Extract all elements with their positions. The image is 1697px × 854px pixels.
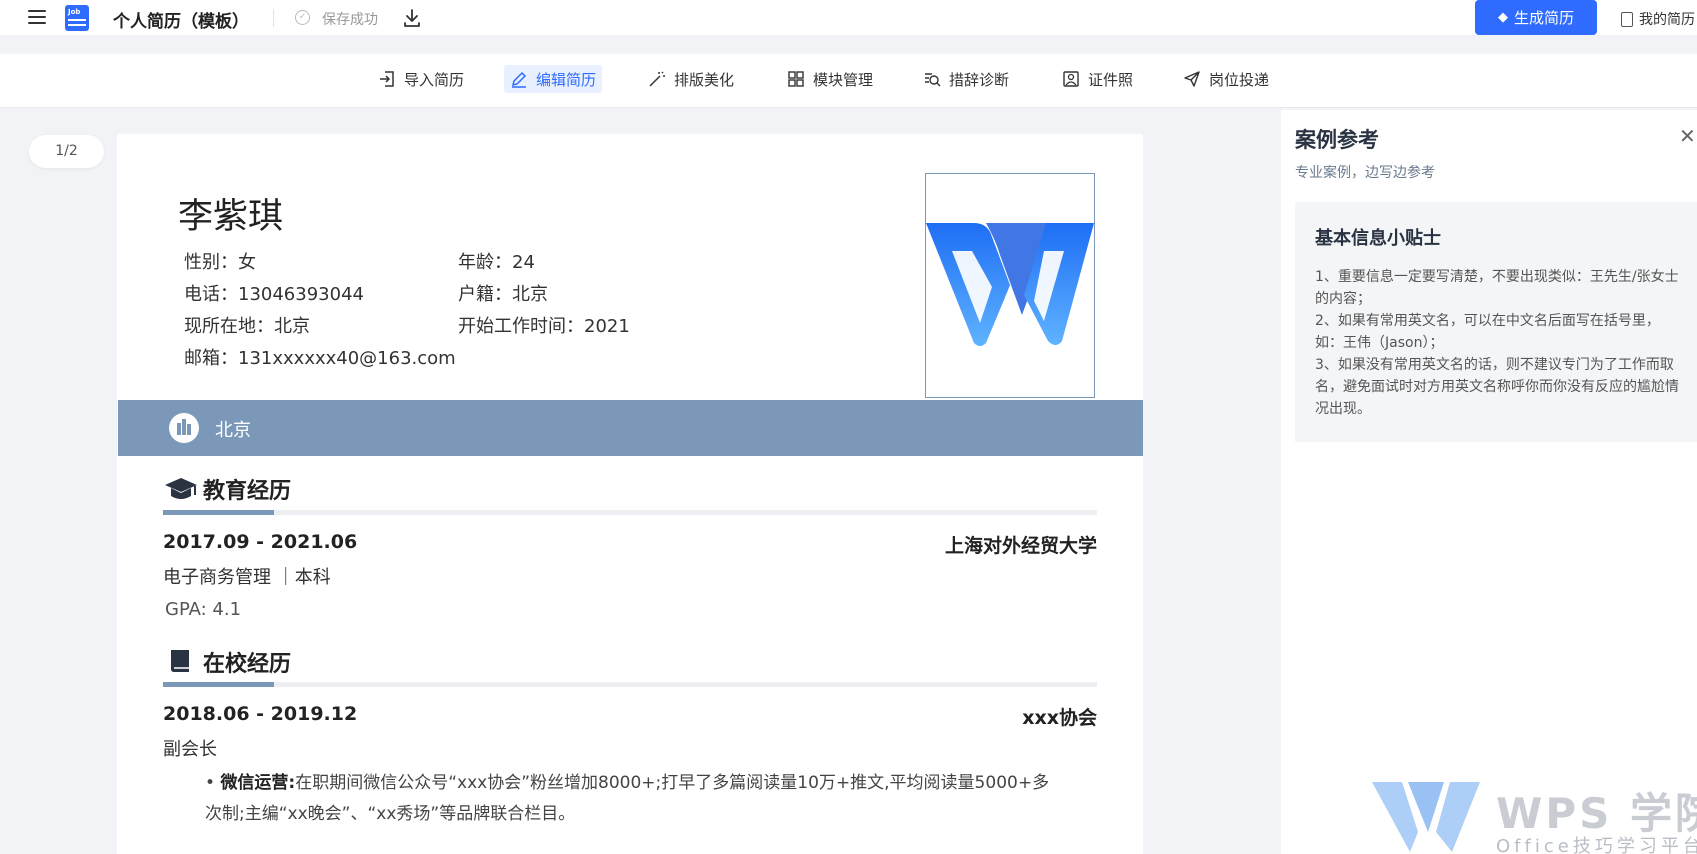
panel-title: 案例参考: [1295, 128, 1379, 152]
city-label[interactable]: 北京: [215, 416, 251, 442]
profile-photo[interactable]: [925, 173, 1095, 398]
diamond-icon: ◆: [1497, 10, 1508, 25]
my-resume-link[interactable]: 我的简历: [1621, 9, 1695, 29]
document-outline-icon: [1621, 11, 1633, 27]
tip-title: 基本信息小贴士: [1315, 228, 1441, 249]
generate-resume-button[interactable]: ◆ 生成简历: [1475, 0, 1597, 35]
grid-icon: [788, 71, 804, 87]
info-email[interactable]: 邮箱：131xxxxxx40@163.com: [184, 344, 456, 370]
close-icon[interactable]: ✕: [1679, 124, 1696, 148]
education-gpa[interactable]: GPA: 4.1: [165, 599, 241, 620]
tip-text: 1、重要信息一定要写清楚，不要出现类似：王先生/张女士 的内容； 2、如果有常用…: [1315, 269, 1679, 417]
book-icon: [171, 650, 189, 672]
campus-bullet-item[interactable]: • 微信运营:在职期间微信公众号“xxx协会”粉丝增加8000+;打早了多篇阅读…: [205, 768, 1065, 830]
id-photo-icon: [1063, 71, 1079, 87]
education-major[interactable]: 电子商务管理 ｜本科: [163, 563, 331, 589]
education-period[interactable]: 2017.09 - 2021.06: [163, 531, 357, 553]
tab-label: 岗位投递: [1209, 70, 1270, 89]
info-start-work[interactable]: 开始工作时间：2021: [458, 312, 630, 338]
section-title-campus[interactable]: 在校经历: [203, 646, 291, 678]
my-resume-label: 我的简历: [1639, 12, 1695, 28]
tab-layout-beautify[interactable]: 排版美化: [642, 65, 740, 93]
city-band: 北京: [118, 400, 1143, 456]
divider: [273, 9, 274, 27]
info-hukou[interactable]: 户籍：北京: [458, 280, 548, 306]
campus-period[interactable]: 2018.06 - 2019.12: [163, 703, 357, 725]
bullet-text: 在职期间微信公众号“xxx协会”粉丝增加8000+;打早了多篇阅读量10万+推文…: [205, 773, 1050, 824]
editor-toolbar: 导入简历 编辑简历 排版美化 模块管理 措辞诊断 证件照 岗位投递: [0, 54, 1697, 108]
tab-label: 编辑简历: [536, 70, 597, 89]
wps-academy-watermark: WPS 学院 Office技巧学习平台: [1372, 780, 1697, 854]
generate-resume-label: 生成简历: [1513, 9, 1574, 27]
edit-icon: [511, 71, 527, 88]
check-circle-icon: ✓: [295, 10, 310, 25]
tab-wording-diagnose[interactable]: 措辞诊断: [917, 65, 1015, 93]
save-status: 保存成功: [322, 12, 378, 28]
tab-module-manage[interactable]: 模块管理: [781, 65, 879, 93]
send-icon: [1184, 71, 1200, 87]
tab-edit-resume[interactable]: 编辑简历: [504, 65, 603, 93]
info-location[interactable]: 现所在地：北京: [184, 312, 310, 338]
hamburger-menu-icon[interactable]: [28, 10, 46, 24]
tab-label: 措辞诊断: [949, 70, 1010, 89]
tab-label: 模块管理: [813, 70, 874, 89]
section-underline: [163, 682, 1097, 687]
resume-page[interactable]: 李紫琪 性别：女 年龄：24 电话：13046393044 户籍：北京 现所在地…: [117, 134, 1143, 854]
campus-organization[interactable]: xxx协会: [1022, 703, 1097, 730]
tab-label: 导入简历: [404, 70, 465, 89]
import-icon: [380, 71, 394, 87]
diagnose-icon: [925, 73, 941, 87]
back-arrow-icon[interactable]: ‹: [0, 6, 14, 28]
tab-job-apply[interactable]: 岗位投递: [1177, 65, 1275, 93]
tab-label: 排版美化: [674, 70, 735, 89]
case-reference-panel: 案例参考 专业案例，边写边参考 ✕ 基本信息小贴士 1、重要信息一定要写清楚，不…: [1281, 110, 1697, 854]
top-bar: ‹ Job 个人简历（模板） ✓ 保存成功 ◆ 生成简历 我的简历: [0, 0, 1697, 35]
page-indicator: 1/2: [29, 135, 104, 168]
info-phone[interactable]: 电话：13046393044: [184, 280, 364, 306]
graduation-cap-icon: [165, 478, 197, 499]
wps-logo-icon: [926, 222, 1094, 346]
magic-wand-icon: [649, 71, 665, 87]
tab-label: 证件照: [1088, 70, 1134, 89]
document-title[interactable]: 个人简历（模板）: [113, 7, 249, 32]
watermark-subtitle: Office技巧学习平台: [1496, 836, 1697, 854]
section-title-education[interactable]: 教育经历: [203, 473, 291, 505]
section-underline: [163, 510, 1097, 515]
download-icon[interactable]: [402, 8, 422, 28]
candidate-name[interactable]: 李紫琪: [178, 188, 283, 239]
wps-watermark-logo-icon: [1372, 782, 1480, 852]
tab-import-resume[interactable]: 导入简历: [372, 65, 470, 93]
campus-role[interactable]: 副会长: [163, 735, 217, 761]
tab-id-photo[interactable]: 证件照: [1056, 65, 1139, 93]
info-age[interactable]: 年龄：24: [458, 248, 535, 274]
tip-card: 基本信息小贴士 1、重要信息一定要写清楚，不要出现类似：王先生/张女士 的内容；…: [1295, 202, 1697, 442]
info-gender[interactable]: 性别：女: [184, 248, 256, 274]
building-icon: [169, 413, 199, 443]
education-school[interactable]: 上海对外经贸大学: [945, 531, 1097, 558]
document-icon: Job: [65, 5, 89, 31]
panel-subtitle: 专业案例，边写边参考: [1295, 165, 1435, 181]
bullet-label: 微信运营:: [220, 773, 296, 793]
